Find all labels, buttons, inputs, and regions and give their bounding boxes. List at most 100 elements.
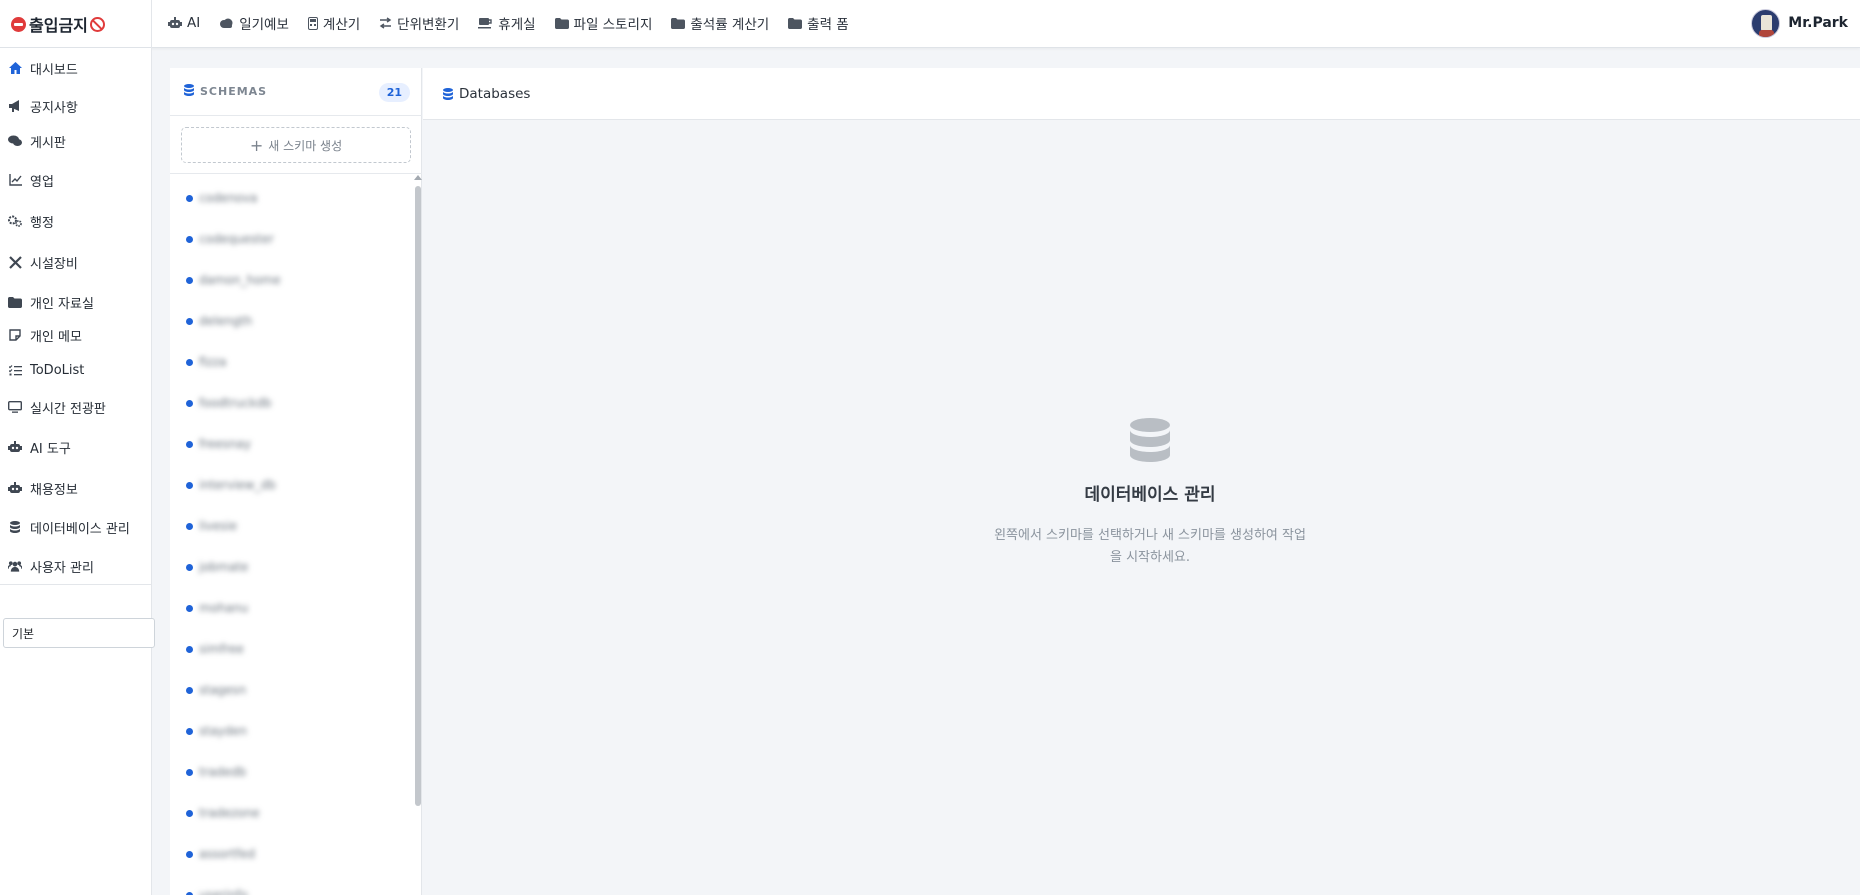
nav-ai[interactable]: AI [168,15,200,31]
nav-lounge-label: 휴게실 [498,17,536,33]
nav-attendance-calculator-label: 출석률 계산기 [690,17,770,33]
sidebar-item-ai-tools[interactable]: AI 도구 [0,434,152,460]
schema-item[interactable]: foodtruckdb [186,393,272,413]
schema-name: codequester [199,232,274,246]
sidebar-item-label: 실시간 전광판 [30,401,106,417]
schema-dot-icon [186,235,193,243]
folder-icon [554,17,569,29]
schema-dot-icon [186,645,193,653]
nav-ai-label: AI [187,15,201,31]
sidebar-item-label: 채용정보 [30,482,78,498]
schemas-header: SCHEMAS 21 [170,68,422,116]
schema-dot-icon [186,440,193,448]
schema-item[interactable]: delength [186,311,252,331]
scrollbar-thumb[interactable] [415,186,421,806]
theme-select[interactable]: 기본 [3,618,155,648]
robot-icon [8,482,22,494]
sidebar-item-label: AI 도구 [30,441,71,457]
main-header: Databases [423,68,1860,120]
sidebar-item-label: 영업 [30,174,54,190]
sidebar-item-user-management[interactable]: 사용자 관리 [0,553,152,579]
monitor-icon [8,401,22,413]
no-smoking-icon [89,16,105,32]
brand-title: 출입금지 [29,16,88,35]
sidebar-item-label: 행정 [30,215,54,231]
sidebar-item-personal-files[interactable]: 개인 자료실 [0,289,152,315]
new-schema-label: 새 스키마 생성 [268,138,343,153]
home-icon [8,62,22,74]
schema-name: stayden [199,724,248,738]
schema-list-scrollbar[interactable] [413,174,422,895]
sidebar-divider [0,584,152,585]
nav-calculator[interactable]: 계산기 [307,13,361,33]
schema-dot-icon [186,563,193,571]
schema-item[interactable]: tradedb [186,762,246,782]
schema-name: jobmate [199,560,249,574]
schema-item[interactable]: interview_db [186,475,276,495]
schema-item[interactable]: tradezone [186,803,260,823]
schema-dot-icon [186,809,193,817]
schema-item[interactable]: livesie [186,516,237,536]
schema-name: tradedb [199,765,247,779]
schema-item[interactable]: codequester [186,229,274,249]
sidebar-item-database[interactable]: 데이터베이스 관리 [0,514,152,540]
schema-item[interactable]: assortfed [186,844,255,864]
schema-name: assortfed [199,847,256,861]
sidebar-item-jobs[interactable]: 채용정보 [0,475,152,501]
sidebar-item-board[interactable]: 게시판 [0,128,152,154]
folder-icon [8,296,22,308]
nav-calculator-label: 계산기 [322,17,361,33]
nav-attendance-calculator[interactable]: 출석률 계산기 [671,13,769,33]
schema-item[interactable]: userinfo [186,885,248,895]
schema-dot-icon [186,481,193,489]
schema-dot-icon [186,891,193,895]
sidebar-item-todolist[interactable]: ToDoList [0,357,152,383]
database-icon [184,83,194,100]
main-header-title: Databases [459,85,531,102]
nav-lounge[interactable]: 휴게실 [478,13,536,33]
schema-item[interactable]: jobmate [186,557,248,577]
database-icon [443,87,453,100]
nav-file-storage-label: 파일 스토리지 [573,17,653,33]
nav-file-storage[interactable]: 파일 스토리지 [554,13,653,33]
schema-item[interactable]: stagesn [186,680,246,700]
schema-item[interactable]: codenova [186,188,257,208]
brand-logo[interactable]: 출입금지 [0,0,152,48]
schema-dot-icon [186,194,193,202]
robot-icon [168,17,182,29]
schema-name: livesie [199,519,238,533]
sidebar-item-label: 게시판 [30,135,66,151]
sidebar-item-notices[interactable]: 공지사항 [0,93,152,119]
sidebar-item-admin[interactable]: 행정 [0,208,152,234]
comments-icon [8,135,22,147]
schema-item[interactable]: simfree [186,639,244,659]
top-nav: AI 일기예보 계산기 단위변환기 휴게실 파일 스토리지 출석률 계산기 출력… [168,0,868,46]
scroll-up-arrow-icon[interactable] [414,175,422,180]
sidebar-item-live-board[interactable]: 실시간 전광판 [0,394,152,420]
schema-count-badge: 21 [378,83,410,102]
new-schema-button[interactable]: + 새 스키마 생성 [181,127,411,163]
nav-weather[interactable]: 일기예보 [219,13,289,33]
schema-name: foodtruckdb [199,396,272,410]
schema-dot-icon [186,399,193,407]
user-menu[interactable]: Mr.Park [1751,8,1848,38]
nav-print-form[interactable]: 출력 폼 [788,13,849,33]
sidebar-item-sales[interactable]: 영업 [0,167,152,193]
schema-item[interactable]: mohanu [186,598,248,618]
avatar [1751,8,1781,38]
schema-item[interactable]: fizza [186,352,227,372]
schema-item[interactable]: stayden [186,721,247,741]
nav-unit-converter[interactable]: 단위변환기 [379,13,459,33]
sidebar: 대시보드 공지사항 게시판 영업 행정 시설장비 개인 자료실 개인 메모 To… [0,48,155,895]
sidebar-item-facilities[interactable]: 시설장비 [0,249,152,275]
line-chart-icon [8,174,22,186]
schema-dot-icon [186,522,193,530]
schema-dot-icon [186,727,193,735]
user-name: Mr.Park [1788,15,1848,31]
schema-item[interactable]: damon_home [186,270,281,290]
empty-state-title: 데이터베이스 관리 [1084,485,1216,505]
sidebar-item-personal-memo[interactable]: 개인 메모 [0,322,152,348]
nav-weather-label: 일기예보 [239,17,289,33]
sidebar-item-dashboard[interactable]: 대시보드 [0,55,152,81]
schema-item[interactable]: freesnay [186,434,251,454]
